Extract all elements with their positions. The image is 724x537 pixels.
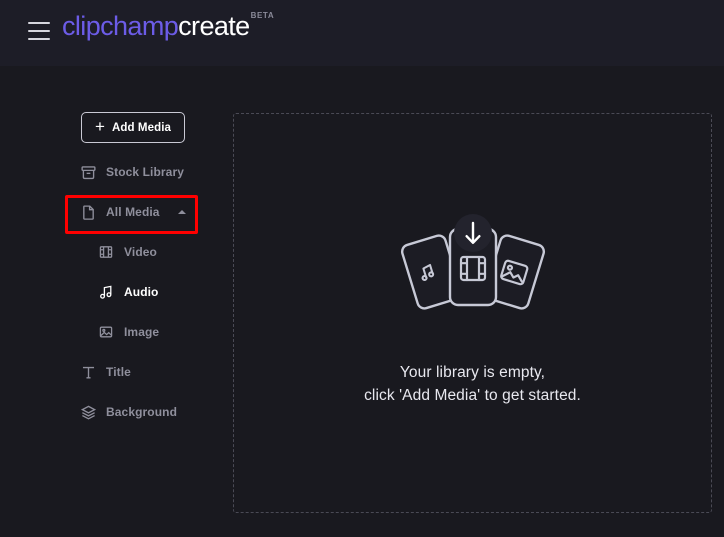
hamburger-icon[interactable] — [28, 22, 50, 40]
logo-secondary: create — [178, 11, 250, 41]
sidebar-item-image[interactable]: Image — [0, 312, 233, 352]
empty-state-line-2: click 'Add Media' to get started. — [364, 386, 581, 404]
empty-state-text: Your library is empty, click 'Add Media'… — [364, 362, 581, 408]
image-icon — [96, 322, 116, 342]
hamburger-bar — [28, 22, 50, 24]
sidebar-item-label: All Media — [106, 205, 160, 219]
file-icon — [78, 202, 98, 222]
music-icon — [96, 282, 116, 302]
sidebar-item-audio[interactable]: Audio — [0, 272, 233, 312]
sidebar-item-label: Stock Library — [106, 165, 184, 179]
sidebar-item-label: Title — [106, 365, 131, 379]
media-cards-upload-illustration — [388, 213, 558, 336]
empty-state-line-1: Your library is empty, — [399, 363, 546, 381]
beta-badge: BETA — [250, 11, 275, 20]
sidebar: + Add Media Stock Library All Media Vide… — [0, 66, 233, 537]
text-icon — [78, 362, 98, 382]
sidebar-nav-list: Stock Library All Media Video Audio Imag… — [0, 152, 233, 432]
hamburger-bar — [28, 38, 50, 40]
app-header: clipchampcreateBETA — [0, 0, 724, 66]
sidebar-item-label: Audio — [124, 285, 159, 299]
layers-icon — [78, 402, 98, 422]
sidebar-item-label: Image — [124, 325, 160, 339]
body-area: + Add Media Stock Library All Media Vide… — [0, 66, 724, 537]
add-media-label: Add Media — [111, 121, 172, 134]
sidebar-item-title[interactable]: Title — [0, 352, 233, 392]
footer-strip — [0, 523, 724, 537]
chevron-up-icon[interactable] — [178, 210, 186, 214]
logo-primary: clipchamp — [62, 11, 179, 41]
sidebar-item-label: Video — [124, 245, 157, 259]
sidebar-item-stock-library[interactable]: Stock Library — [0, 152, 233, 192]
sidebar-item-video[interactable]: Video — [0, 232, 233, 272]
media-library-dropzone[interactable]: Your library is empty, click 'Add Media'… — [233, 113, 712, 513]
hamburger-bar — [28, 30, 50, 32]
app-root: clipchampcreateBETA + Add Media Stock Li… — [0, 0, 724, 537]
app-logo[interactable]: clipchampcreateBETA — [62, 11, 275, 41]
add-media-button[interactable]: + Add Media — [81, 112, 185, 143]
film-icon — [96, 242, 116, 262]
archive-icon — [78, 162, 98, 182]
sidebar-item-background[interactable]: Background — [0, 392, 233, 432]
sidebar-item-label: Background — [106, 405, 178, 419]
plus-icon: + — [94, 117, 105, 136]
sidebar-item-all-media[interactable]: All Media — [0, 192, 233, 232]
